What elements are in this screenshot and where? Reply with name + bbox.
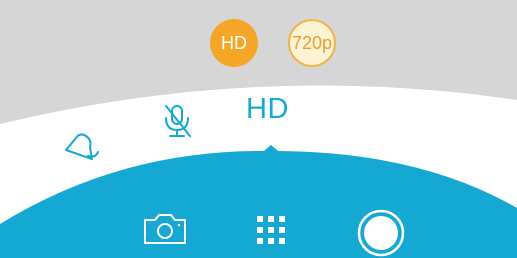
camera-controls-panel: HD 720p HD <box>0 0 517 258</box>
camera-icon[interactable] <box>141 212 189 246</box>
resolution-720p-button[interactable]: 720p <box>288 19 336 67</box>
resolution-hd-label: HD <box>221 32 247 53</box>
shutter-record-icon[interactable] <box>356 208 406 258</box>
resolution-720p-label: 720p <box>291 32 333 53</box>
hd-mode-label[interactable]: HD <box>246 93 289 126</box>
grid-icon[interactable] <box>256 215 286 245</box>
mic-off-icon[interactable] <box>160 100 196 144</box>
bell-icon[interactable] <box>62 128 108 164</box>
resolution-hd-button[interactable]: HD <box>210 19 258 67</box>
